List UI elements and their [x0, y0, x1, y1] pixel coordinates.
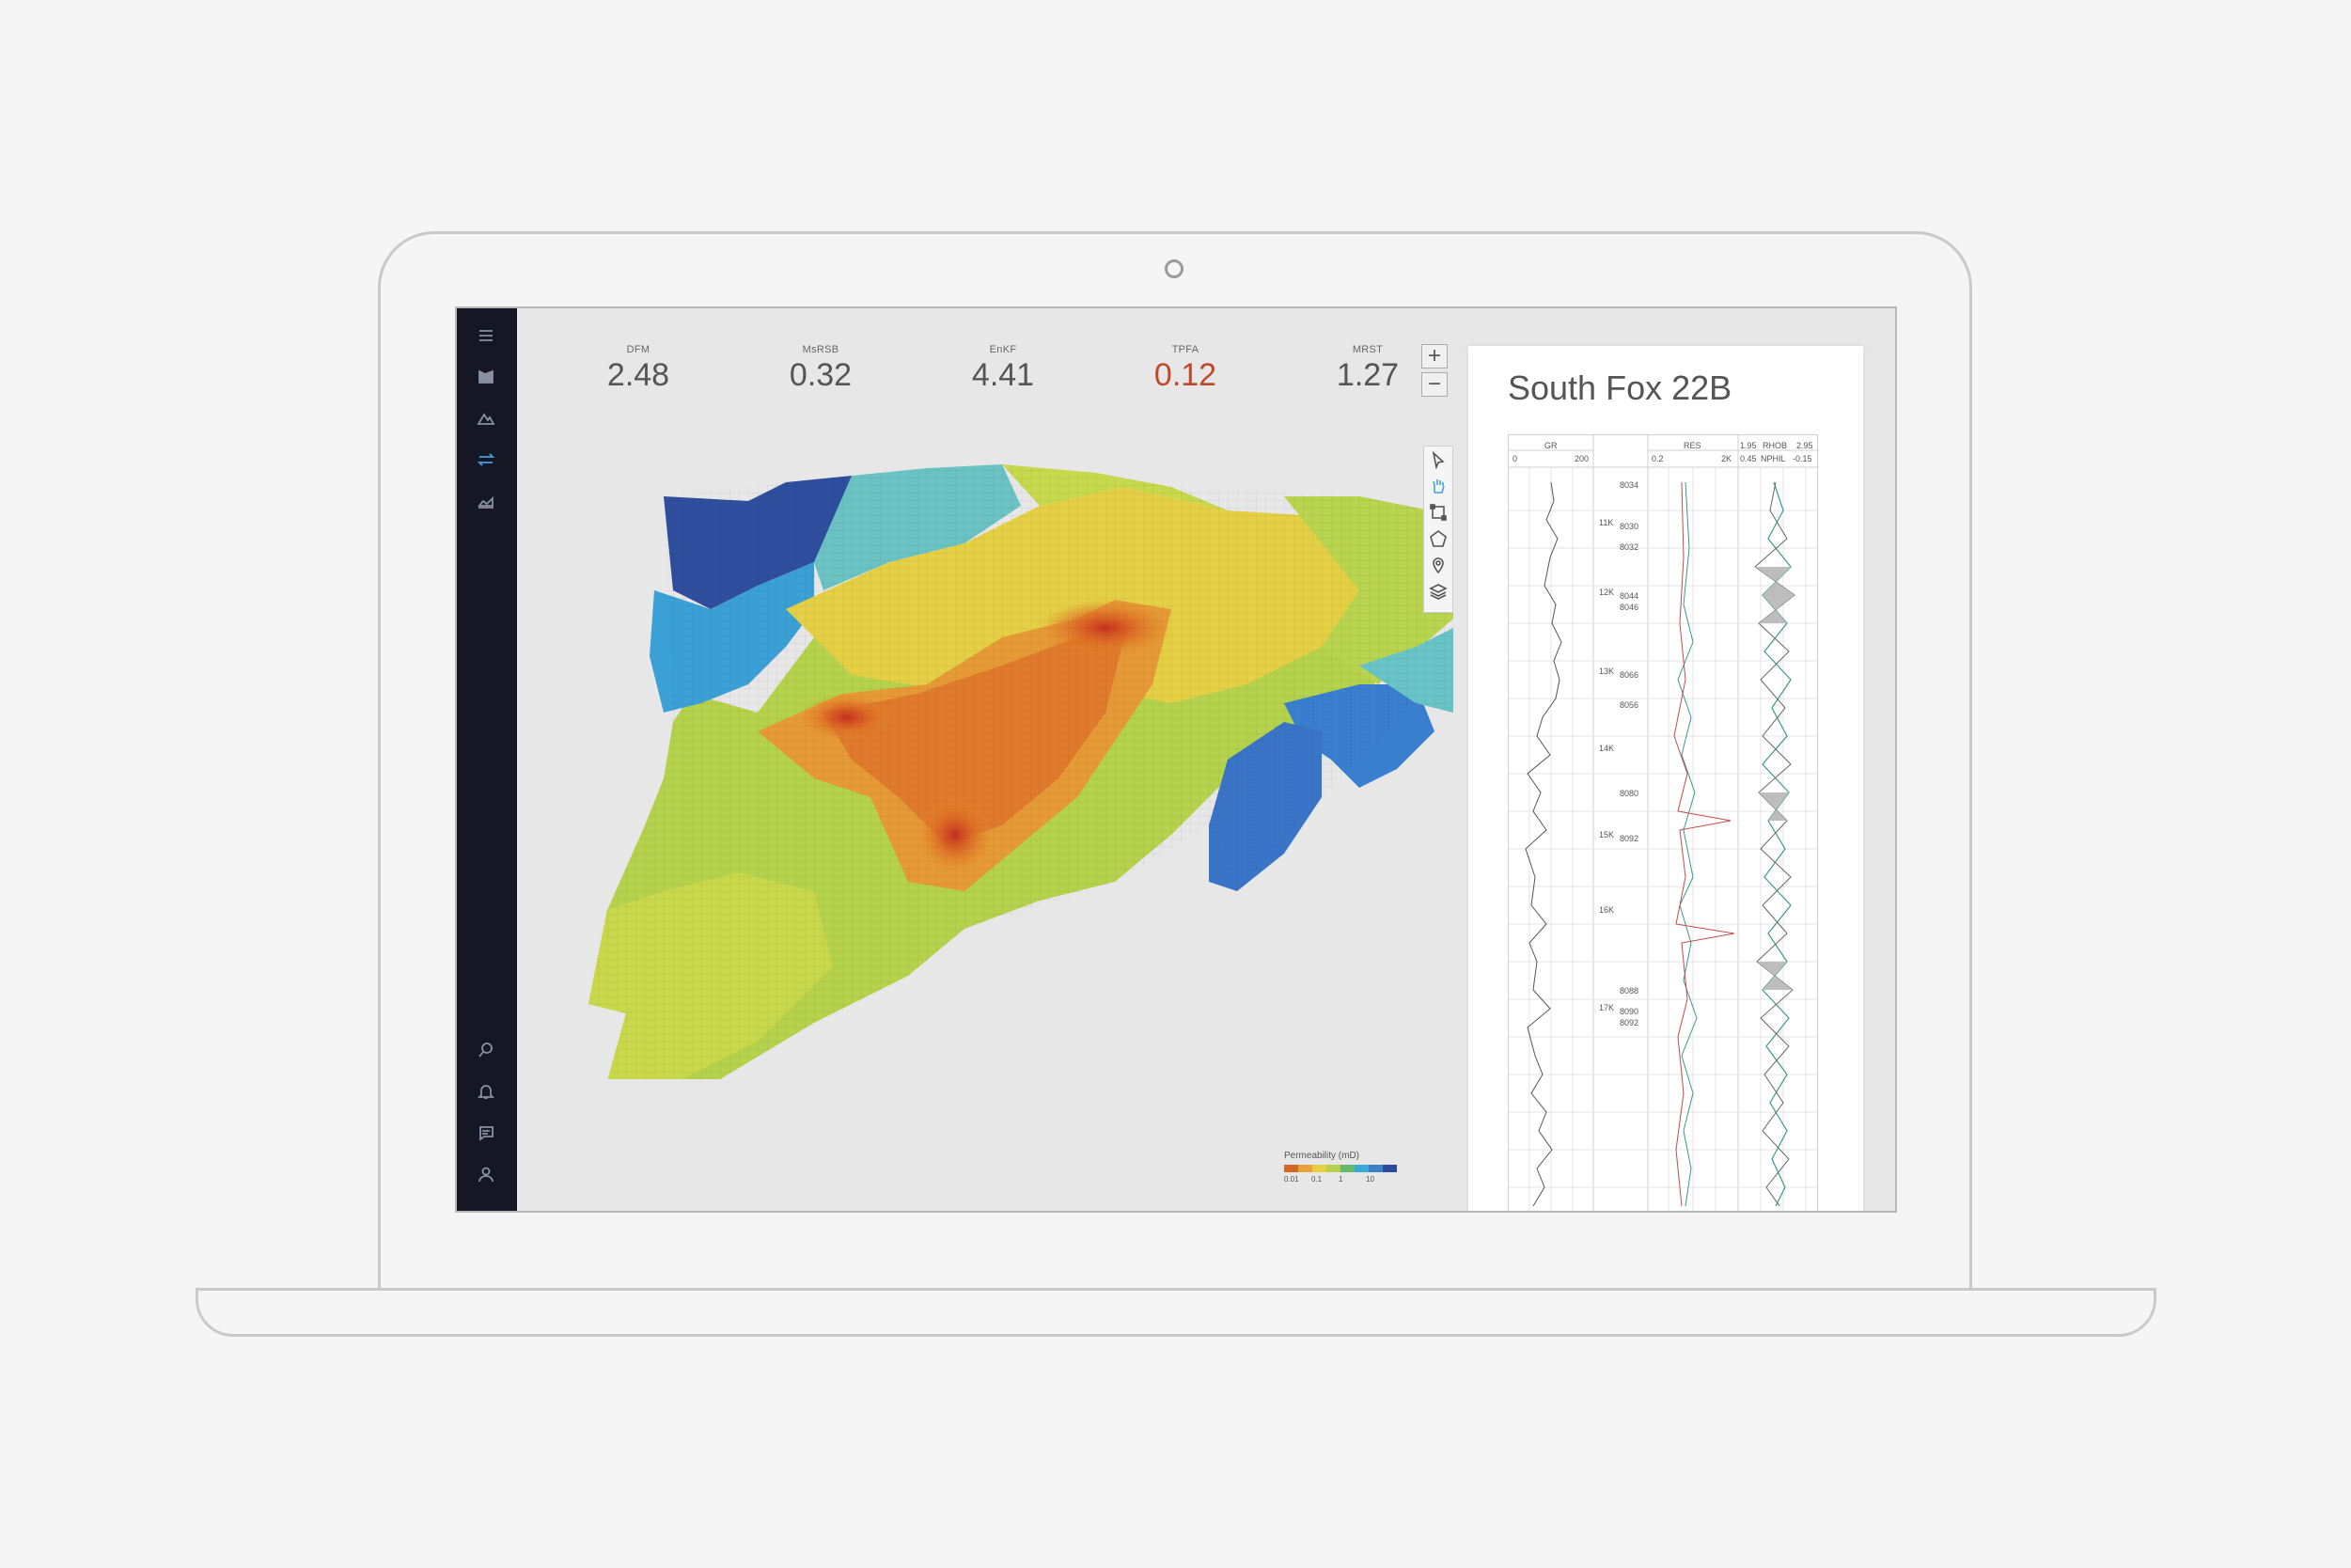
wells-icon[interactable] — [472, 363, 500, 391]
hand-icon[interactable] — [1429, 477, 1448, 495]
tvd-depth-label: 13K — [1599, 666, 1615, 676]
legend-swatch — [1369, 1165, 1383, 1172]
bell-icon[interactable] — [472, 1077, 500, 1105]
metric-msrsb: MsRSB 0.32 — [755, 344, 886, 394]
md-depth-label: 8092 — [1620, 1018, 1639, 1027]
sidebar — [457, 308, 517, 1211]
metric-mrst: MRST 1.27 — [1302, 344, 1434, 394]
well-log-panel: South Fox 22B GR 0 200 RES 0.2 2K 1.95 R… — [1468, 346, 1863, 1211]
metric-value: 0.12 — [1153, 357, 1217, 393]
menu-icon[interactable] — [472, 321, 500, 350]
message-icon[interactable] — [472, 1119, 500, 1147]
tvd-depth-label: 15K — [1599, 830, 1615, 839]
tvd-depth-label: 17K — [1599, 1003, 1615, 1012]
legend-color-bar — [1284, 1165, 1397, 1172]
production-chart-icon[interactable] — [472, 487, 500, 515]
pointer-icon[interactable] — [1429, 450, 1448, 470]
terrain-icon[interactable] — [472, 404, 500, 432]
legend-swatch — [1340, 1165, 1355, 1172]
polygon-select-icon[interactable] — [1429, 529, 1448, 548]
legend-swatch — [1383, 1165, 1397, 1172]
legend-swatch — [1298, 1165, 1312, 1172]
metric-label: MRST — [1352, 344, 1384, 355]
metric-value: 1.27 — [1336, 357, 1400, 393]
laptop-base — [196, 1288, 2156, 1337]
layers-icon[interactable] — [1429, 582, 1448, 601]
transfer-icon[interactable] — [472, 446, 500, 474]
md-depth-label: 8030 — [1620, 522, 1639, 531]
well-title: South Fox 22B — [1508, 368, 1732, 407]
md-depth-label: 8044 — [1620, 591, 1639, 601]
legend-swatch — [1355, 1165, 1369, 1172]
metric-tpfa: TPFA 0.12 — [1120, 344, 1251, 394]
camera-icon — [1165, 259, 1183, 278]
metric-value: 0.32 — [789, 357, 853, 393]
legend-tick: 0.01 — [1284, 1175, 1299, 1184]
legend-tick: 10 — [1366, 1175, 1374, 1184]
legend-ticks: 0.01 0.1 1 10 — [1284, 1175, 1397, 1186]
metric-value: 2.48 — [606, 357, 670, 393]
tvd-depth-label: 16K — [1599, 905, 1615, 915]
legend-title: Permeability (mD) — [1284, 1151, 1360, 1161]
tvd-depth-label: 14K — [1599, 744, 1615, 753]
legend-swatch — [1312, 1165, 1326, 1172]
zoom-out-button[interactable]: − — [1421, 372, 1448, 397]
md-depth-label: 8034 — [1620, 480, 1639, 490]
md-depth-label: 8032 — [1620, 542, 1639, 552]
zoom-in-button[interactable]: + — [1421, 344, 1448, 368]
tvd-depth-label: 12K — [1599, 588, 1615, 597]
rectangle-select-icon[interactable] — [1429, 503, 1448, 522]
md-depth-label: 8088 — [1620, 986, 1639, 996]
user-icon[interactable] — [472, 1160, 500, 1188]
well-log-tracks[interactable]: GR 0 200 RES 0.2 2K 1.95 RHOB 2.95 0.45 … — [1508, 434, 1819, 1211]
app-screen: DFM 2.48 MsRSB 0.32 EnKF 4.41 TPFA 0.12 … — [455, 306, 1897, 1213]
metric-label: DFM — [626, 344, 650, 355]
tool-palette — [1423, 446, 1453, 613]
metric-label: TPFA — [1171, 344, 1199, 355]
reservoir-3d-model[interactable] — [513, 402, 1453, 1079]
permeability-legend: Permeability (mD) 0.01 0.1 1 10 — [1284, 1151, 1397, 1186]
metric-dfm: DFM 2.48 — [572, 344, 704, 394]
metric-label: EnKF — [989, 344, 1017, 355]
metric-enkf: EnKF 4.41 — [937, 344, 1069, 394]
md-depth-label: 8046 — [1620, 603, 1639, 612]
metric-value: 4.41 — [971, 357, 1035, 393]
log-curves — [1509, 435, 1819, 1211]
md-depth-label: 8066 — [1620, 670, 1639, 680]
metric-label: MsRSB — [802, 344, 839, 355]
legend-tick: 0.1 — [1311, 1175, 1323, 1184]
search-icon[interactable] — [472, 1036, 500, 1064]
tvd-depth-label: 11K — [1599, 518, 1614, 527]
legend-swatch — [1284, 1165, 1298, 1172]
md-depth-label: 8090 — [1620, 1007, 1639, 1016]
md-depth-label: 8056 — [1620, 700, 1639, 710]
legend-swatch — [1326, 1165, 1340, 1172]
pin-icon[interactable] — [1429, 556, 1448, 574]
md-depth-label: 8080 — [1620, 789, 1639, 798]
legend-tick: 1 — [1339, 1175, 1343, 1184]
md-depth-label: 8092 — [1620, 834, 1639, 843]
